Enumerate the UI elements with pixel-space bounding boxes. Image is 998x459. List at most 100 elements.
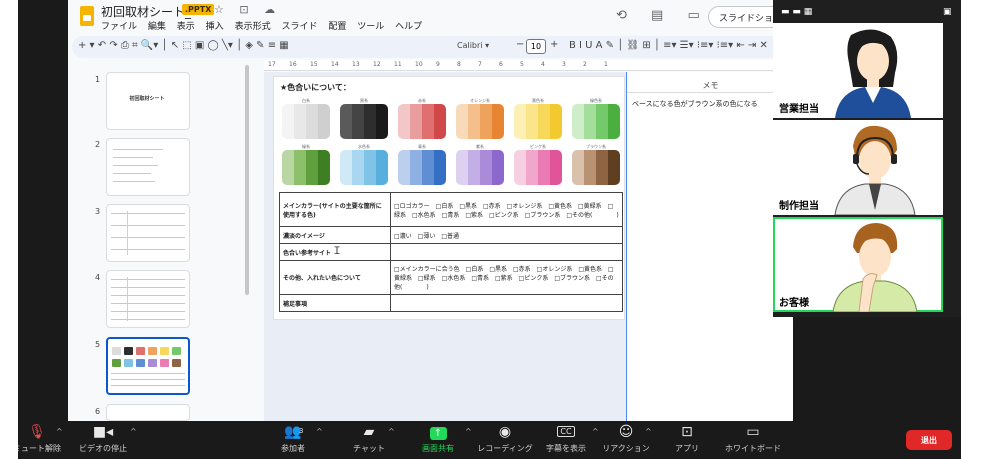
- ruler-mark: 6: [499, 61, 503, 68]
- table-row: 濃淡のイメージ □濃い □薄い □普通: [279, 226, 623, 244]
- font-family-select[interactable]: Calibri ▾: [457, 41, 489, 50]
- swatch-strip: [410, 104, 422, 139]
- gallery-view-icons[interactable]: ▬ ▬ ▦: [781, 7, 812, 17]
- swatch-strip: [340, 104, 352, 139]
- participant-tile-sales[interactable]: 営業担当: [773, 23, 943, 118]
- table-key-cell: その他、入れたい色について: [279, 260, 391, 295]
- unmute-label: ミュート解除: [18, 444, 61, 453]
- leave-meeting-button[interactable]: 退出: [906, 430, 952, 450]
- chat-chevron-icon[interactable]: ^: [388, 427, 395, 436]
- swatch-strip: [364, 150, 376, 185]
- font-size-decrease-button[interactable]: −: [516, 39, 524, 50]
- whiteboard-button[interactable]: ▭ ホワイトボード: [718, 423, 788, 457]
- title-action-icons[interactable]: ☆ ⊡ ☁: [214, 3, 281, 16]
- slide-thumbnail-6[interactable]: [106, 404, 190, 421]
- table-value-cell[interactable]: □濃い □薄い □普通: [390, 226, 623, 244]
- notes-text[interactable]: ベースになる色がブラウン系の色になる: [632, 99, 758, 109]
- swatch-strip: [398, 150, 410, 185]
- minimize-video-icon[interactable]: ▣: [943, 7, 952, 17]
- filmstrip-scrollbar[interactable]: [245, 65, 249, 295]
- table-value-cell[interactable]: [390, 243, 623, 261]
- menu-tools[interactable]: ツール: [357, 22, 384, 32]
- apps-button[interactable]: ⊡ アプリ: [652, 423, 722, 457]
- reactions-chevron-icon[interactable]: ^: [645, 427, 652, 436]
- swatch-strip: [608, 150, 620, 185]
- share-screen-label: 画面共有: [422, 444, 454, 453]
- slide-heading: ★色合いについて：: [280, 83, 351, 92]
- participants-chevron-icon[interactable]: ^: [316, 427, 323, 436]
- thumb-swatch: [148, 359, 157, 367]
- unmute-button[interactable]: 🎙 ミュート解除: [18, 423, 72, 457]
- slide-thumbnail-5-selected[interactable]: [106, 337, 190, 395]
- swatch-strip: [422, 104, 434, 139]
- slide-thumbnail-3[interactable]: [106, 204, 190, 262]
- swatch-strip: [584, 150, 596, 185]
- menu-help[interactable]: ヘルプ: [395, 22, 422, 32]
- table-value-cell[interactable]: [390, 294, 623, 312]
- speaker-notes-panel[interactable]: メモ ベースになる色がブラウン系の色になる: [626, 72, 793, 421]
- slide-thumbnail-2[interactable]: [106, 138, 190, 196]
- audio-options-chevron-icon[interactable]: ^: [56, 427, 63, 436]
- ruler-mark: 3: [562, 61, 566, 68]
- participant-name: お客様: [779, 298, 809, 309]
- color-swatch: [514, 104, 562, 139]
- swatch-strip: [572, 104, 584, 139]
- swatch-strip: [434, 104, 446, 139]
- mic-muted-icon: 🎙: [28, 424, 46, 440]
- ruler-mark: 5: [520, 61, 524, 68]
- apps-label: アプリ: [675, 444, 699, 453]
- menu-slide[interactable]: スライド: [281, 22, 317, 32]
- font-size-input[interactable]: 10: [526, 39, 546, 54]
- ruler-mark: 1: [604, 61, 608, 68]
- menu-file[interactable]: ファイル: [101, 22, 137, 32]
- swatch-strip: [364, 104, 376, 139]
- toolbar-left-tools[interactable]: + ▾ ↶ ↷ ⎙ ⌗ 🔍▾ │ ↖ ⬚ ▣ ◯ ╲▾ │ ◈ ✎ ≡ ▦: [78, 40, 289, 51]
- participant-tile-production[interactable]: 制作担当: [773, 120, 943, 215]
- slide-thumbnail-1[interactable]: 初回取材シート: [106, 72, 190, 130]
- notes-header: メモ: [702, 81, 719, 90]
- chat-label: チャット: [353, 444, 385, 453]
- menu-format[interactable]: 表示形式: [235, 22, 271, 32]
- table-row: 色合い参考サイト: [279, 243, 623, 261]
- swatch-strip: [294, 104, 306, 139]
- record-button[interactable]: ◉ レコーディング: [470, 423, 540, 457]
- participant-tile-client-speaking[interactable]: お客様: [773, 217, 943, 312]
- thumb-swatch: [172, 347, 181, 355]
- color-swatch: [572, 150, 620, 185]
- thumb-swatch: [160, 359, 169, 367]
- table-value-cell[interactable]: □メインカラーに合う色 □白系 □黒系 □赤系 □オレンジ系 □黄色系 □黄緑系…: [390, 260, 623, 295]
- share-screen-button[interactable]: ↑ 画面共有: [403, 423, 473, 457]
- slides-logo-icon: [80, 6, 94, 26]
- stop-video-button[interactable]: ■◂ ビデオの停止: [68, 423, 138, 457]
- ruler-mark: 15: [310, 61, 318, 68]
- record-icon: ◉: [498, 424, 512, 440]
- font-size-increase-button[interactable]: +: [550, 39, 558, 50]
- horizontal-ruler: 17 16 15 14 13 12 11 10 9 8 7 6 5 4 3 2 1: [264, 60, 793, 71]
- menu-arrange[interactable]: 配置: [328, 22, 346, 32]
- ruler-mark: 17: [268, 61, 276, 68]
- swatch-strip: [306, 104, 318, 139]
- ruler-mark: 8: [457, 61, 461, 68]
- menu-edit[interactable]: 編集: [148, 22, 166, 32]
- thumb-swatch: [160, 347, 169, 355]
- ruler-mark: 13: [352, 61, 360, 68]
- menu-insert[interactable]: 挿入: [206, 22, 224, 32]
- video-options-chevron-icon[interactable]: ^: [130, 427, 137, 436]
- swatch-strip: [468, 104, 480, 139]
- toolbar-format-tools[interactable]: B I U A ✎ │ ⛓ ⊞ │ ≡▾ ☰▾ ⁝≡▾ ⁝≡▾ ⇤ ⇥ ✕: [569, 40, 768, 51]
- document-title[interactable]: 初回取材シート_: [101, 3, 191, 20]
- swatch-strip: [294, 150, 306, 185]
- slide-thumbnail-4[interactable]: [106, 270, 190, 328]
- table-key-cell: 補足事項: [279, 294, 391, 312]
- thumb-number: 4: [95, 273, 101, 282]
- whiteboard-icon: ▭: [746, 424, 760, 440]
- slide-filmstrip: 1 初回取材シート 2 3 4 5 6: [68, 60, 249, 421]
- menu-view[interactable]: 表示: [177, 22, 195, 32]
- thumb-swatch: [124, 347, 133, 355]
- swatch-strip: [318, 104, 330, 139]
- participants-count-badge: 3: [299, 427, 304, 435]
- current-slide[interactable]: ★色合いについて： 白系 黒系 赤系 オレンジ系 黄色系 緑色系 緑系 水色系 青系 紫系 ピンク系…: [274, 77, 624, 319]
- table-value-cell[interactable]: □ロゴカラー □白系 □黒系 □赤系 □オレンジ系 □黄色系 □黄緑系 □緑系 …: [390, 192, 623, 227]
- swatch-strip: [282, 150, 294, 185]
- requirements-table: メインカラー(サイトの主要な箇所に使用する色) □ロゴカラー □白系 □黒系 □赤…: [279, 192, 623, 312]
